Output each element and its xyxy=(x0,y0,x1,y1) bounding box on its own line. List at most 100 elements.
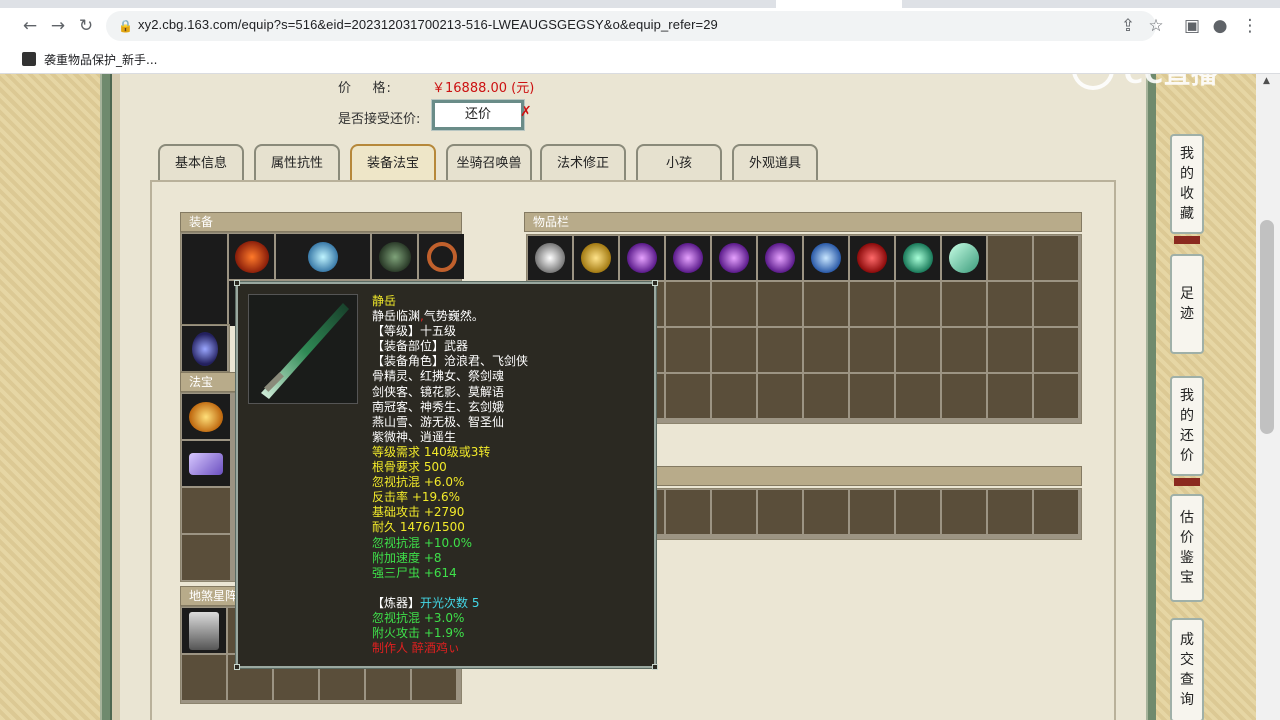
inventory-slot[interactable] xyxy=(712,282,756,326)
equip-slot-boots[interactable] xyxy=(182,326,227,371)
counter-offer-close-icon[interactable]: ✗ xyxy=(520,104,532,120)
inventory-item[interactable] xyxy=(620,236,664,280)
profile-icon[interactable]: ● xyxy=(1210,16,1230,36)
inventory-slot[interactable] xyxy=(1034,374,1078,418)
equip-slot-accessory[interactable] xyxy=(419,234,464,279)
bookmark-item[interactable]: 袭重物品保护_新手... xyxy=(22,50,157,68)
inventory-slot[interactable] xyxy=(850,282,894,326)
item-durability: 耐久 1476/1500 xyxy=(372,520,465,535)
warehouse-slot[interactable] xyxy=(712,490,756,534)
warehouse-slot[interactable] xyxy=(666,490,710,534)
inventory-slot[interactable] xyxy=(850,328,894,372)
inventory-slot[interactable] xyxy=(666,374,710,418)
inventory-slot[interactable] xyxy=(666,282,710,326)
fabao-slot-1[interactable] xyxy=(182,394,230,439)
inventory-item[interactable] xyxy=(942,236,986,280)
inventory-slot[interactable] xyxy=(666,328,710,372)
dishaxing-slot-1[interactable] xyxy=(182,608,226,653)
counter-offer-button[interactable]: 还价 xyxy=(431,99,525,131)
bookmark-label: 袭重物品保护_新手... xyxy=(44,52,158,67)
sidepanel-icon[interactable]: ▣ xyxy=(1182,16,1202,36)
warehouse-slot[interactable] xyxy=(804,490,848,534)
inventory-slot[interactable] xyxy=(896,282,940,326)
warehouse-slot[interactable] xyxy=(850,490,894,534)
warehouse-slot[interactable] xyxy=(896,490,940,534)
tab-mounts-pets[interactable]: 坐骑召唤兽 xyxy=(446,144,532,182)
my-counter-offers-button[interactable]: 我的还价 xyxy=(1170,376,1204,476)
fabao-slot-2[interactable] xyxy=(182,441,230,486)
inventory-item[interactable] xyxy=(896,236,940,280)
inventory-slot[interactable] xyxy=(804,374,848,418)
url-text[interactable]: xy2.cbg.163.com/equip?s=516&eid=20231203… xyxy=(138,17,718,32)
reload-icon[interactable]: ↻ xyxy=(76,16,96,36)
transaction-query-button[interactable]: 成交查询 xyxy=(1170,618,1204,720)
inventory-slot[interactable] xyxy=(942,282,986,326)
tab-spell-correction[interactable]: 法术修正 xyxy=(540,144,626,182)
inventory-slot[interactable] xyxy=(988,282,1032,326)
equip-slot-armor[interactable] xyxy=(372,234,417,279)
inventory-slot[interactable] xyxy=(942,374,986,418)
equip-slot-helmet[interactable] xyxy=(229,234,274,279)
inventory-slot[interactable] xyxy=(758,328,802,372)
active-browser-tab[interactable] xyxy=(776,0,902,8)
inventory-slot[interactable] xyxy=(896,374,940,418)
tab-basic-info[interactable]: 基本信息 xyxy=(158,144,244,182)
dishaxing-slot[interactable] xyxy=(182,655,226,700)
tab-appearance-items[interactable]: 外观道具 xyxy=(732,144,818,182)
my-favorites-button[interactable]: 我的收藏 xyxy=(1170,134,1204,234)
warehouse-slot[interactable] xyxy=(988,490,1032,534)
warehouse-slot[interactable] xyxy=(942,490,986,534)
inventory-slot[interactable] xyxy=(758,282,802,326)
inventory-slot[interactable] xyxy=(988,328,1032,372)
side-button-char: 价 xyxy=(1180,530,1194,546)
warehouse-slot[interactable] xyxy=(758,490,802,534)
tooltip-corner xyxy=(652,664,658,670)
forward-icon[interactable]: → xyxy=(48,16,68,36)
item-tooltip: 静岳 静岳临渊,气势巍然。 【等级】十五级 【装备部位】武器 【装备角色】沧浪君… xyxy=(234,280,658,670)
refine-tag: 【炼器】 xyxy=(372,595,421,610)
tab-attributes[interactable]: 属性抗性 xyxy=(254,144,340,182)
inventory-slot[interactable] xyxy=(804,328,848,372)
inventory-slot[interactable] xyxy=(712,374,756,418)
item-roles-2: 骨精灵、红拂女、祭剑魂 xyxy=(372,369,505,384)
inventory-slot[interactable] xyxy=(1034,328,1078,372)
inventory-slot[interactable] xyxy=(1034,282,1078,326)
inventory-item[interactable] xyxy=(850,236,894,280)
price-label: 价 格: xyxy=(338,81,392,96)
inventory-slot[interactable] xyxy=(896,328,940,372)
warehouse-slot[interactable] xyxy=(1034,490,1078,534)
bookmark-star-icon[interactable]: ☆ xyxy=(1146,16,1166,36)
footprint-button[interactable]: 足迹 xyxy=(1170,254,1204,354)
inventory-slot[interactable] xyxy=(712,328,756,372)
tab-equipment-fabao[interactable]: 装备法宝 xyxy=(350,144,436,182)
lock-icon[interactable]: 🔒 xyxy=(118,18,134,34)
tab-child[interactable]: 小孩 xyxy=(636,144,722,182)
back-icon[interactable]: ← xyxy=(20,16,40,36)
inventory-slot[interactable] xyxy=(988,236,1032,280)
side-button-char: 还 xyxy=(1180,428,1194,444)
inventory-item[interactable] xyxy=(574,236,618,280)
inventory-slot[interactable] xyxy=(988,374,1032,418)
share-icon[interactable]: ⇪ xyxy=(1118,16,1138,36)
inventory-item-icon xyxy=(673,243,703,273)
inventory-item[interactable] xyxy=(758,236,802,280)
inventory-slot[interactable] xyxy=(850,374,894,418)
inventory-slot[interactable] xyxy=(804,282,848,326)
equip-slot-necklace[interactable] xyxy=(276,234,370,279)
fabao-slot-empty[interactable] xyxy=(182,488,230,533)
inventory-item[interactable] xyxy=(528,236,572,280)
scrollbar-thumb[interactable] xyxy=(1260,220,1274,434)
page-scrollbar[interactable]: ▲ xyxy=(1256,74,1280,720)
menu-icon[interactable]: ⋮ xyxy=(1240,16,1260,36)
inventory-item[interactable] xyxy=(712,236,756,280)
address-bar[interactable]: 🔒 xy2.cbg.163.com/equip?s=516&eid=202312… xyxy=(106,11,1156,41)
inventory-item[interactable] xyxy=(804,236,848,280)
item-roles-3: 剑侠客、镜花影、莫解语 xyxy=(372,384,505,399)
inventory-slot[interactable] xyxy=(1034,236,1078,280)
scroll-up-icon[interactable]: ▲ xyxy=(1263,76,1270,86)
fabao-slot-empty[interactable] xyxy=(182,535,230,580)
inventory-slot[interactable] xyxy=(942,328,986,372)
valuation-button[interactable]: 估价鉴宝 xyxy=(1170,494,1204,602)
inventory-item[interactable] xyxy=(666,236,710,280)
inventory-slot[interactable] xyxy=(758,374,802,418)
